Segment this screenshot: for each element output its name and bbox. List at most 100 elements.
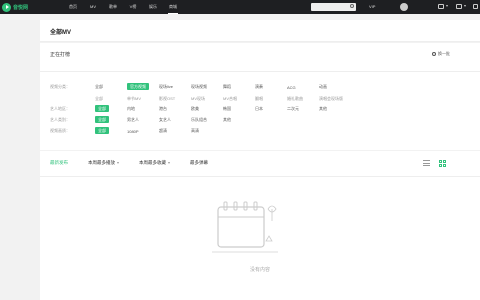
filter-option-label: 1080P: [127, 128, 139, 134]
refresh-label: 换一批: [438, 51, 450, 56]
filter-option-label: 其他: [223, 117, 231, 122]
download-icon[interactable]: [438, 4, 444, 9]
filter-option[interactable]: 全部: [95, 84, 127, 90]
filter-option[interactable]: MV现场: [191, 96, 223, 102]
logo-play-icon: [2, 2, 11, 12]
filter-row: 艺人类别： 全部 男艺人 女艺人 乐队组合 其他: [50, 116, 255, 124]
filter-option[interactable]: 影视OST: [159, 96, 191, 102]
filter-option-label: ACG: [287, 84, 296, 90]
filter-option[interactable]: 官方视频: [127, 83, 159, 90]
filter-option-label: 官方视频: [127, 83, 149, 90]
filter-option[interactable]: 超清: [159, 128, 191, 134]
avatar[interactable]: [400, 3, 408, 11]
refresh-icon: [432, 52, 436, 56]
sort-tab[interactable]: 最新发布: [50, 160, 68, 166]
filter-option-label: 高清: [191, 128, 199, 133]
filter-option[interactable]: 日本: [255, 106, 287, 112]
filter-option-label: 动画: [319, 84, 327, 89]
filter-option-label: 女艺人: [159, 117, 171, 122]
filter-row: 艺人地区： 全部 内地 港台 欧美 韩国 日本 二次元 其他: [50, 105, 351, 113]
sort-tab[interactable]: 本周最多收藏: [139, 160, 170, 166]
hot-chart-label: 正在打榜: [50, 52, 71, 58]
chevron-down-icon[interactable]: [446, 5, 448, 7]
vip-link[interactable]: VIP: [369, 4, 375, 9]
filter-option-label: 现场live: [159, 84, 174, 89]
monitor-icon[interactable]: [456, 4, 462, 9]
sort-tab[interactable]: 最多弹幕: [190, 160, 208, 166]
filter-option-label: 港台: [159, 106, 167, 111]
main-nav: 首页 MV 歌单 V榜 娱乐 商城: [63, 4, 183, 14]
empty-calendar-icon: [212, 201, 278, 253]
filter-option[interactable]: 舞蹈: [223, 84, 255, 90]
nav-item[interactable]: V榜: [123, 4, 143, 10]
sort-tab[interactable]: 本周最多播放: [88, 160, 119, 166]
filter-option-label: 全部: [95, 84, 103, 89]
nav-item[interactable]: 首页: [63, 4, 83, 10]
filter-row: 视频画质： 全部 1080P 超清 高清: [50, 127, 223, 135]
filter-option[interactable]: 动画: [319, 84, 351, 90]
grid-view-icon[interactable]: [439, 160, 446, 167]
filter-option[interactable]: 单节MV: [127, 96, 159, 102]
filter-option[interactable]: MV合唱: [223, 96, 255, 102]
list-view-icon[interactable]: [423, 160, 430, 166]
search-icon[interactable]: [350, 4, 354, 8]
filter-option[interactable]: 其他: [223, 117, 255, 123]
filter-option[interactable]: 女艺人: [159, 117, 191, 123]
content-panel: 最新发布 本周最多播放 本周最多收藏 最多弹幕 没有内容: [40, 151, 480, 300]
filter-option[interactable]: 婚礼歌曲: [287, 96, 319, 102]
filter-option-label: 单节MV: [127, 96, 141, 101]
filter-option[interactable]: 欧美: [191, 106, 223, 112]
filter-option-label: 欧美: [191, 106, 199, 111]
filter-option[interactable]: 演唱会现场版: [319, 96, 351, 102]
title-panel: 全部MV: [40, 20, 480, 42]
filter-option[interactable]: 港台: [159, 106, 191, 112]
sort-tabs: 最新发布 本周最多播放 本周最多收藏 最多弹幕: [50, 160, 228, 166]
filter-option-label: 超清: [159, 128, 167, 133]
chevron-down-icon: [117, 162, 119, 164]
chevron-down-icon[interactable]: [464, 5, 466, 7]
filter-option[interactable]: 现场视频: [191, 84, 223, 90]
filter-option[interactable]: 1080P: [127, 129, 159, 134]
filter-option[interactable]: 乐队组合: [191, 117, 223, 123]
filter-option[interactable]: 全部: [95, 105, 127, 112]
filter-option-label: 乐队组合: [191, 117, 207, 122]
nav-item[interactable]: 娱乐: [143, 4, 163, 10]
nav-item[interactable]: 歌单: [103, 4, 123, 10]
filter-option-label: 舞蹈: [223, 84, 231, 89]
nav-item[interactable]: 商城: [163, 4, 183, 14]
divider: [40, 176, 480, 177]
filter-option-label: MV合唱: [223, 96, 237, 101]
filter-option[interactable]: ACG: [287, 85, 319, 90]
filter-option[interactable]: 全部: [95, 116, 127, 123]
filter-option[interactable]: 全部: [95, 96, 127, 102]
filter-option[interactable]: 男艺人: [127, 117, 159, 123]
message-icon[interactable]: [473, 4, 478, 9]
filter-label: 艺人类别：: [50, 117, 70, 122]
filter-option[interactable]: 现场live: [159, 84, 191, 90]
filter-option-label: 演唱会现场版: [319, 96, 343, 101]
filter-option-label: 其他: [319, 106, 327, 111]
top-bar: 音悦网 首页 MV 歌单 V榜 娱乐 商城 VIP: [0, 0, 480, 14]
sort-tab-label: 最多弹幕: [190, 160, 208, 165]
filter-row: 视频分类： 全部 官方视频 现场live 现场视频 舞蹈 演奏 ACG 动画: [50, 83, 351, 91]
filter-option[interactable]: 二次元: [287, 106, 319, 112]
refresh-button[interactable]: 换一批: [432, 51, 450, 57]
filter-option-label: 影视OST: [159, 96, 176, 101]
chevron-down-icon: [168, 162, 170, 164]
filter-option[interactable]: 高清: [191, 128, 223, 134]
divider: [40, 71, 480, 72]
empty-message: 没有内容: [249, 267, 270, 273]
filter-option[interactable]: 内地: [127, 106, 159, 112]
filter-option-label: 男艺人: [127, 117, 139, 122]
filter-option[interactable]: 全部: [95, 127, 127, 134]
filter-option[interactable]: 演奏: [255, 84, 287, 90]
logo[interactable]: 音悦网: [2, 2, 28, 12]
filter-option[interactable]: 韩国: [223, 106, 255, 112]
nav-item[interactable]: MV: [83, 4, 103, 10]
filter-option-label: 全部: [95, 105, 109, 112]
filter-row: 全部 单节MV 影视OST MV现场 MV合唱 翻唱 婚礼歌曲 演唱会现场版: [50, 95, 351, 103]
filter-option[interactable]: 翻唱: [255, 96, 287, 102]
filter-option-label: MV现场: [191, 96, 205, 101]
filter-option[interactable]: 其他: [319, 106, 351, 112]
filter-panel: 正在打榜 换一批 视频分类： 全部 官方视频 现场live 现场视频 舞蹈 演奏 ACG 动画全…: [40, 43, 480, 150]
